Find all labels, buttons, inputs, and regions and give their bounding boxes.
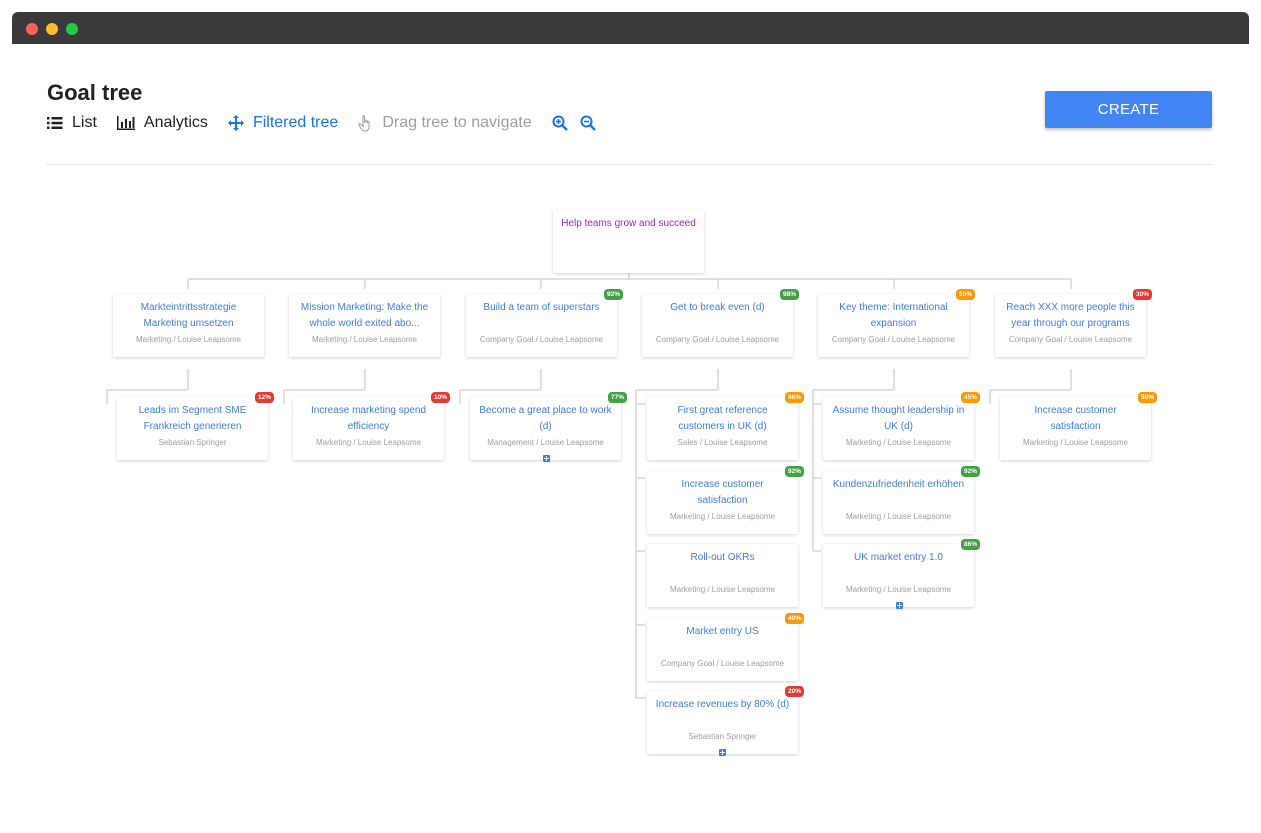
expand-children-button[interactable]: [543, 455, 550, 462]
goal-owner: Marketing / Louise Leapsome: [136, 335, 241, 344]
goal-node[interactable]: Increase marketing spend efficiency Mark…: [293, 392, 450, 460]
progress-badge: 86%: [960, 539, 980, 550]
goal-title: Increase revenues by 80% (d): [655, 699, 790, 710]
goal-node[interactable]: Markteintrittsstrategie Marketing umsetz…: [113, 294, 264, 357]
goal-title: Leads im Segment SME Frankreich generier…: [138, 405, 247, 432]
goal-node[interactable]: UK market entry 1.0 Marketing / Louise L…: [823, 539, 980, 607]
progress-badge: 92%: [603, 289, 623, 300]
goal-owner: Company Goal / Louise Leapsome: [479, 335, 604, 344]
progress-badge: 98%: [779, 289, 799, 300]
goal-owner: Marketing / Louise Leapsome: [312, 335, 417, 344]
progress-badge: 92%: [784, 466, 804, 477]
progress-badge: 66%: [784, 392, 804, 403]
goal-owner: Marketing / Louise Leapsome: [846, 438, 951, 447]
expand-children-button[interactable]: [896, 602, 903, 609]
goal-node[interactable]: Market entry US Company Goal / Louise Le…: [647, 613, 804, 681]
goal-node[interactable]: Assume thought leadership in UK (d) Mark…: [823, 392, 980, 460]
goal-title: First great reference customers in UK (d…: [677, 405, 768, 432]
progress-badge: 10%: [430, 392, 450, 403]
goal-owner: Marketing / Louise Leapsome: [670, 512, 775, 521]
goal-node[interactable]: Become a great place to work (d) Managem…: [470, 392, 627, 460]
goal-owner: Company Goal / Louise Leapsome: [655, 335, 780, 344]
goal-title: Increase customer satisfaction: [681, 479, 764, 506]
goal-node[interactable]: Increase customer satisfaction Marketing…: [647, 466, 804, 534]
progress-badge: 50%: [1137, 392, 1157, 403]
goal-title: Market entry US: [686, 626, 759, 637]
goal-title: Assume thought leadership in UK (d): [832, 405, 965, 432]
goal-node[interactable]: Kundenzufriedenheit erhöhen Marketing / …: [823, 466, 980, 534]
progress-badge: 20%: [784, 686, 804, 697]
progress-badge: 12%: [254, 392, 274, 403]
goal-node[interactable]: First great reference customers in UK (d…: [647, 392, 804, 460]
goal-owner: Management / Louise Leapsome: [487, 438, 604, 447]
goal-node[interactable]: Leads im Segment SME Frankreich generier…: [117, 392, 274, 460]
goal-title: Kundenzufriedenheit erhöhen: [832, 479, 965, 490]
expand-children-button[interactable]: [719, 749, 726, 756]
goal-title: Markteintrittsstrategie Marketing umsetz…: [140, 302, 237, 329]
goal-node[interactable]: Key theme: International expansion Compa…: [818, 289, 975, 357]
goal-title: Key theme: International expansion: [839, 302, 948, 329]
progress-badge: 45%: [960, 392, 980, 403]
goal-owner: Marketing / Louise Leapsome: [316, 438, 421, 447]
goal-owner: Marketing / Louise Leapsome: [846, 585, 951, 594]
goal-node[interactable]: Mission Marketing: Make the whole world …: [289, 294, 440, 357]
progress-badge: 30%: [1132, 289, 1152, 300]
goal-title: Reach XXX more people this year through …: [1006, 302, 1135, 329]
goal-title: Roll-out OKRs: [690, 552, 755, 563]
progress-badge: 77%: [607, 392, 627, 403]
goal-owner: Sebastian Springer: [158, 438, 227, 447]
goal-node[interactable]: Build a team of superstars Company Goal …: [466, 289, 623, 357]
goal-node[interactable]: Increase customer satisfaction Marketing…: [1000, 392, 1157, 460]
progress-badge: 55%: [955, 289, 975, 300]
goal-title: Help teams grow and succeed: [561, 218, 696, 229]
goal-title: Increase marketing spend efficiency: [310, 405, 427, 432]
goal-node[interactable]: Roll-out OKRs Marketing / Louise Leapsom…: [647, 544, 798, 607]
goal-title: Build a team of superstars: [483, 302, 600, 313]
goal-owner: Company Goal / Louise Leapsome: [660, 659, 785, 668]
goal-owner: Sales / Louise Leapsome: [677, 438, 768, 447]
goal-owner: Company Goal / Louise Leapsome: [831, 335, 956, 344]
goal-owner: Sebastian Springer: [688, 732, 757, 741]
goal-node[interactable]: Get to break even (d) Company Goal / Lou…: [642, 289, 799, 357]
goal-node-root[interactable]: Help teams grow and succeed: [553, 210, 704, 273]
progress-badge: 92%: [960, 466, 980, 477]
progress-badge: 40%: [784, 613, 804, 624]
goal-title: Get to break even (d): [670, 302, 765, 313]
goal-title: Become a great place to work (d): [479, 405, 612, 432]
goal-title: Increase customer satisfaction: [1034, 405, 1117, 432]
goal-owner: Marketing / Louise Leapsome: [846, 512, 951, 521]
goal-node[interactable]: Reach XXX more people this year through …: [995, 289, 1152, 357]
goal-title: Mission Marketing: Make the whole world …: [300, 302, 429, 329]
goal-node[interactable]: Increase revenues by 80% (d) Sebastian S…: [647, 686, 804, 754]
goal-owner: Company Goal / Louise Leapsome: [1008, 335, 1133, 344]
goal-title: UK market entry 1.0: [854, 552, 943, 563]
goal-owner: Marketing / Louise Leapsome: [670, 585, 775, 594]
goal-owner: Marketing / Louise Leapsome: [1023, 438, 1128, 447]
